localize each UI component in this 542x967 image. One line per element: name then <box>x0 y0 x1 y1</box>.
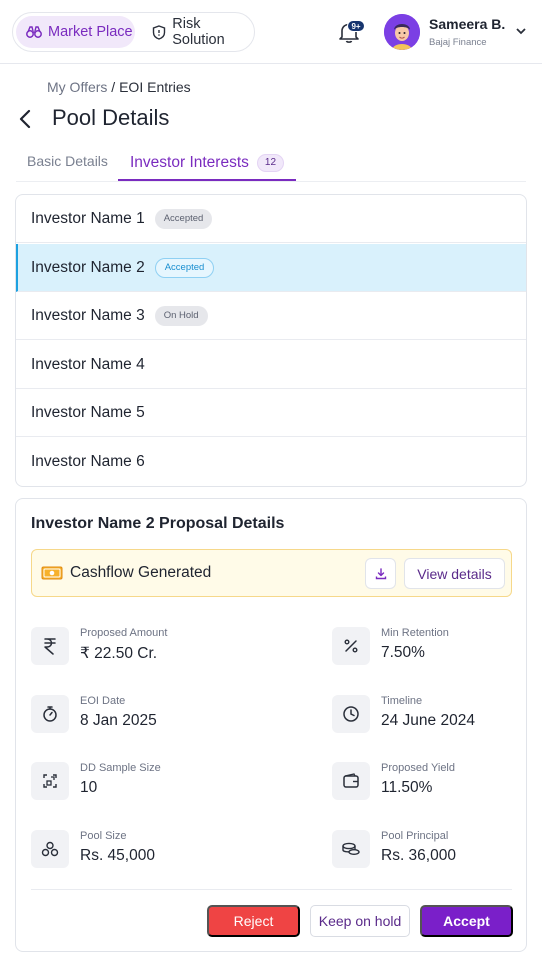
nav-market-place-label: Market Place <box>48 24 133 40</box>
stat-label: DD Sample Size <box>80 762 161 774</box>
top-bar: Market Place Risk Solution 9+ Sameera B.… <box>0 0 542 64</box>
sample-icon <box>31 762 69 800</box>
investor-name: Investor Name 2 <box>31 258 145 276</box>
investor-name: Investor Name 5 <box>31 403 145 421</box>
tab-investor-interests[interactable]: Investor Interests 12 <box>118 146 296 181</box>
cashflow-label: Cashflow Generated <box>70 564 212 581</box>
list-item[interactable]: Investor Name 5 <box>16 389 526 437</box>
stat-label: Min Retention <box>381 627 449 639</box>
list-item[interactable]: Investor Name 4 <box>16 341 526 389</box>
stat-value: 7.50% <box>381 644 425 661</box>
list-item[interactable]: Investor Name 6 <box>16 438 526 486</box>
keep-on-hold-button[interactable]: Keep on hold <box>310 905 410 937</box>
user-name: Sameera B. <box>429 16 506 32</box>
stat-proposed-amount: Proposed Amount ₹ 22.50 Cr. <box>31 627 231 671</box>
breadcrumb-separator: / <box>107 79 120 95</box>
avatar[interactable] <box>384 14 420 50</box>
rupee-icon <box>31 627 69 665</box>
module-switcher: Market Place Risk Solution <box>12 12 255 52</box>
stat-label: Pool Principal <box>381 830 449 842</box>
notification-badge: 9+ <box>347 20 365 32</box>
tabs: Basic Details Investor Interests 12 <box>16 146 526 182</box>
nav-risk-solution[interactable]: Risk Solution <box>141 16 253 48</box>
page-title: Pool Details <box>52 105 170 130</box>
view-details-button[interactable]: View details <box>404 558 505 589</box>
divider <box>31 889 512 890</box>
investor-name: Investor Name 3 <box>31 306 145 324</box>
stat-label: Proposed Amount <box>80 627 168 639</box>
download-button[interactable] <box>365 558 396 589</box>
stat-value: Rs. 36,000 <box>381 847 456 864</box>
back-arrow-icon[interactable] <box>16 108 36 130</box>
stat-timeline: Timeline 24 June 2024 <box>332 695 532 739</box>
stat-value: 24 June 2024 <box>381 712 475 729</box>
shield-icon <box>151 24 166 40</box>
tab-investor-interests-label: Investor Interests <box>130 153 249 171</box>
list-item[interactable]: Investor Name 2 Accepted <box>16 244 526 292</box>
banknote-icon <box>41 566 63 580</box>
stat-label: Pool Size <box>80 830 127 842</box>
status-badge: On Hold <box>154 305 208 326</box>
list-item[interactable]: Investor Name 3 On Hold <box>16 292 526 340</box>
stat-value: 10 <box>80 779 98 796</box>
breadcrumb-current: EOI Entries <box>119 79 191 95</box>
coins-icon <box>332 830 370 868</box>
status-badge: Accepted <box>154 257 215 278</box>
stat-proposed-yield: Proposed Yield 11.50% <box>332 762 532 806</box>
accept-button[interactable]: Accept <box>420 905 513 937</box>
stat-label: Proposed Yield <box>381 762 455 774</box>
list-item[interactable]: Investor Name 1 Accepted <box>16 195 526 243</box>
tab-basic-details-label: Basic Details <box>27 153 108 169</box>
stat-eoi-date: EOI Date 8 Jan 2025 <box>31 695 231 739</box>
stat-value: 8 Jan 2025 <box>80 712 157 729</box>
breadcrumb-my-offers[interactable]: My Offers <box>47 79 107 95</box>
stat-label: EOI Date <box>80 695 126 707</box>
investor-name: Investor Name 1 <box>31 209 145 227</box>
proposal-title: Investor Name 2 Proposal Details <box>31 515 285 532</box>
stat-dd-sample-size: DD Sample Size 10 <box>31 762 231 806</box>
stopwatch-icon <box>31 695 69 733</box>
reject-button[interactable]: Reject <box>207 905 300 937</box>
tab-count-badge: 12 <box>256 153 285 172</box>
stat-value: 11.50% <box>381 779 433 796</box>
download-icon <box>375 567 386 579</box>
percent-icon <box>332 627 370 665</box>
breadcrumb: My Offers / EOI Entries <box>47 79 191 95</box>
status-badge: Accepted <box>154 208 213 229</box>
nav-market-place[interactable]: Market Place <box>16 16 135 48</box>
chevron-down-icon[interactable] <box>515 26 527 36</box>
wallet-icon <box>332 762 370 800</box>
stat-pool-size: Pool Size Rs. 45,000 <box>31 830 231 874</box>
cashflow-banner: Cashflow Generated View details <box>31 549 512 597</box>
stat-label: Timeline <box>381 695 423 707</box>
stat-pool-principal: Pool Principal Rs. 36,000 <box>332 830 532 874</box>
investor-name: Investor Name 6 <box>31 453 145 470</box>
proposal-card: Investor Name 2 Proposal Details Cashflo… <box>15 498 527 952</box>
user-org: Bajaj Finance <box>429 37 487 48</box>
investor-name: Investor Name 4 <box>31 355 145 373</box>
stat-value: Rs. 45,000 <box>80 847 155 864</box>
pool-icon <box>31 830 69 868</box>
tab-basic-details[interactable]: Basic Details <box>27 143 108 179</box>
investor-list: Investor Name 1 Accepted Investor Name 2… <box>15 194 527 487</box>
nav-risk-solution-label: Risk Solution <box>172 16 225 48</box>
binoculars-icon <box>26 24 42 40</box>
clock-icon <box>332 695 370 733</box>
stat-min-retention: Min Retention 7.50% <box>332 627 532 671</box>
stat-value: ₹ 22.50 Cr. <box>80 645 158 662</box>
